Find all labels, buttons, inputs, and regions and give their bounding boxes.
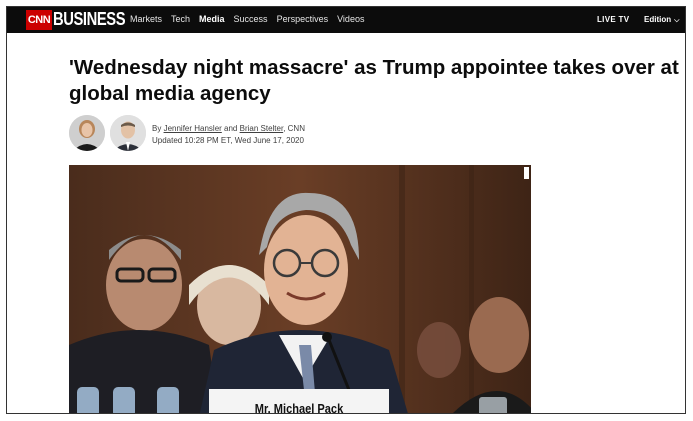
- author-link-hansler[interactable]: Jennifer Hansler: [164, 124, 222, 133]
- byline-prefix: By: [152, 124, 164, 133]
- edition-menu[interactable]: Edition ⌵: [644, 15, 679, 25]
- business-logo[interactable]: BUSINESS: [53, 9, 126, 30]
- nav-item-videos[interactable]: Videos: [337, 14, 364, 24]
- article-headline: 'Wednesday night massacre' as Trump appo…: [69, 55, 679, 107]
- nav-item-markets[interactable]: Markets: [130, 14, 162, 24]
- article-timestamp: Updated 10:28 PM ET, Wed June 17, 2020: [152, 136, 304, 145]
- byline-and: and: [221, 124, 240, 133]
- author-link-stelter[interactable]: Brian Stelter: [240, 124, 284, 133]
- section-nav: Markets Tech Media Success Perspectives …: [130, 14, 373, 24]
- article-hero-image[interactable]: Mr. Michael Pack: [69, 165, 531, 414]
- headline-line-1: 'Wednesday night massacre' as Trump appo…: [69, 56, 679, 79]
- edition-label: Edition: [644, 15, 672, 24]
- headline-line-2: global media agency: [69, 82, 271, 105]
- top-navigation-bar: CNN BUSINESS Markets Tech Media Success …: [7, 7, 685, 33]
- cnn-logo[interactable]: CNN: [26, 10, 52, 30]
- browser-frame: CNN BUSINESS Markets Tech Media Success …: [6, 6, 686, 414]
- media-badge-icon: [524, 167, 529, 179]
- author-avatar-hansler[interactable]: [69, 115, 105, 151]
- live-tv-link[interactable]: LIVE TV: [597, 15, 629, 24]
- article-byline: By Jennifer Hansler and Brian Stelter, C…: [152, 124, 305, 133]
- byline-source: , CNN: [283, 124, 305, 133]
- nav-item-perspectives[interactable]: Perspectives: [277, 14, 329, 24]
- name-placard: Mr. Michael Pack: [254, 401, 344, 414]
- nav-item-success[interactable]: Success: [234, 14, 268, 24]
- chevron-down-icon: ⌵: [674, 17, 680, 24]
- author-avatar-stelter[interactable]: [110, 115, 146, 151]
- nav-item-media[interactable]: Media: [199, 14, 225, 24]
- nav-item-tech[interactable]: Tech: [171, 14, 190, 24]
